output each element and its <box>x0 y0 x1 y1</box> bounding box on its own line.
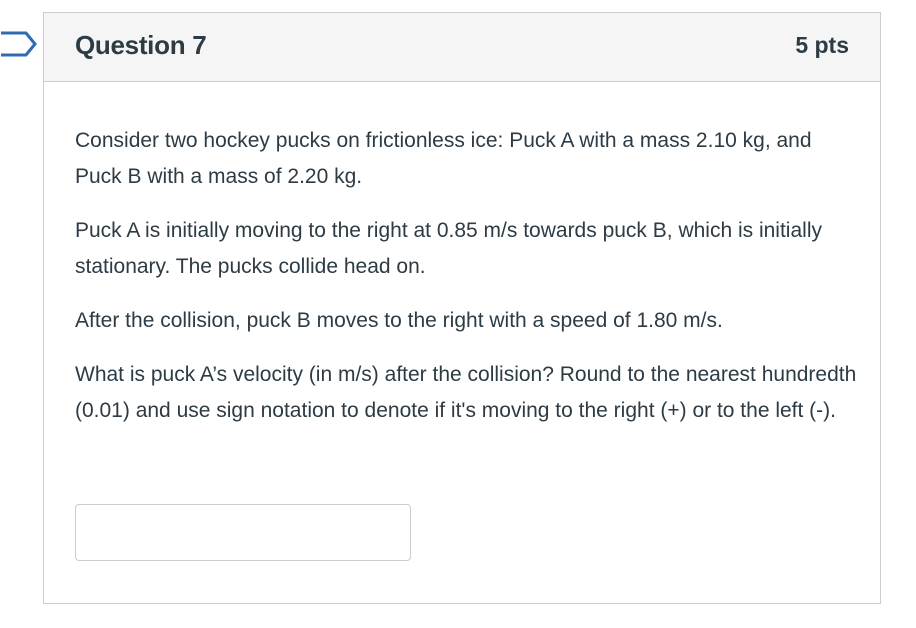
question-header: Question 7 5 pts <box>44 13 880 82</box>
answer-input[interactable] <box>75 504 411 561</box>
question-paragraph: Consider two hockey pucks on frictionles… <box>75 129 812 188</box>
question-paragraph: After the collision, puck B moves to the… <box>75 309 723 332</box>
question-text: Consider two hockey pucks on frictionles… <box>75 123 860 447</box>
flag-question-icon[interactable] <box>0 30 38 58</box>
question-title: Question 7 <box>75 30 207 60</box>
question-card: Question 7 5 pts Consider two hockey puc… <box>43 12 881 604</box>
question-points: 5 pts <box>795 32 849 58</box>
question-paragraph: Puck A is initially moving to the right … <box>75 219 822 278</box>
question-paragraph: What is puck A’s velocity (in m/s) after… <box>75 363 857 422</box>
quiz-page: Question 7 5 pts Consider two hockey puc… <box>0 0 916 628</box>
